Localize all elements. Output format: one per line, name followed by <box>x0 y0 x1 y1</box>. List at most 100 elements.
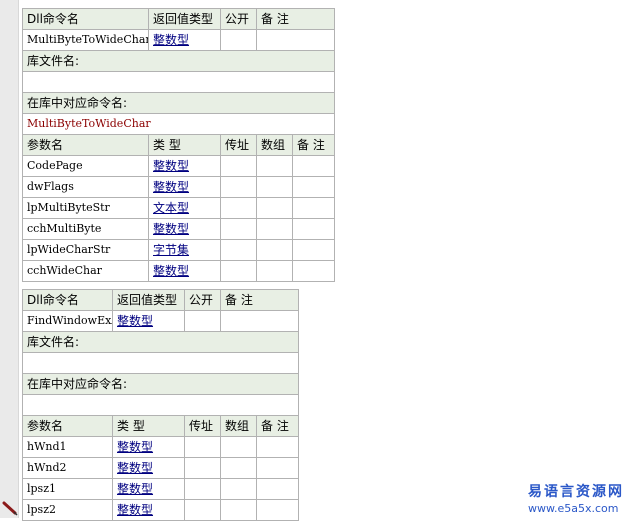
param-name: cchMultiByte <box>22 218 149 240</box>
watermark-url: www.e5a5x.com <box>528 502 619 515</box>
by-ref-cell <box>184 457 221 479</box>
by-ref-cell <box>184 436 221 458</box>
remark-cell <box>255 478 300 500</box>
array-cell <box>256 218 293 240</box>
param-type-link[interactable]: 整数型 <box>112 499 185 521</box>
dll-name: FindWindowExA <box>22 310 113 332</box>
remark-cell <box>291 260 336 282</box>
header-param-remark: 备 注 <box>291 134 336 156</box>
param-type-link[interactable]: 整数型 <box>112 478 185 500</box>
param-type-link[interactable]: 整数型 <box>112 436 185 458</box>
lib-file-value <box>21 352 300 374</box>
array-cell <box>256 197 293 219</box>
by-ref-cell <box>220 239 257 261</box>
remark-cell <box>291 197 336 219</box>
dll-table-2: Dll命令名 返回值类型 公开 备 注 FindWindowExA 整数型 库文… <box>21 289 300 521</box>
header-remark: 备 注 <box>219 289 300 311</box>
table-row: lpMultiByteStr 文本型 <box>22 197 336 219</box>
lib-file-label: 库文件名: <box>21 331 300 353</box>
array-cell <box>256 239 293 261</box>
header-param-remark: 备 注 <box>255 415 300 437</box>
array-cell <box>256 260 293 282</box>
header-array: 数组 <box>256 134 293 156</box>
remark-cell <box>291 176 336 198</box>
param-type-link[interactable]: 字节集 <box>148 239 221 261</box>
param-type-link[interactable]: 整数型 <box>148 260 221 282</box>
header-public: 公开 <box>220 8 257 30</box>
param-name: cchWideChar <box>22 260 149 282</box>
param-name: lpsz2 <box>22 499 113 521</box>
array-cell <box>220 436 257 458</box>
header-by-ref: 传址 <box>184 415 221 437</box>
lib-file-header-row: 库文件名: <box>21 50 336 72</box>
param-type-link[interactable]: 文本型 <box>148 197 221 219</box>
table-row: lpWideCharStr 字节集 <box>22 239 336 261</box>
by-ref-cell <box>220 176 257 198</box>
header-type: 类 型 <box>112 415 185 437</box>
dll-table-1: Dll命令名 返回值类型 公开 备 注 MultiByteToWideChar … <box>21 8 336 282</box>
table-row: hWnd1 整数型 <box>22 436 300 458</box>
table-row: lpsz1 整数型 <box>22 478 300 500</box>
lib-file-header-row: 库文件名: <box>21 331 300 353</box>
public-cell <box>220 29 257 51</box>
left-gutter <box>0 0 19 518</box>
header-param-name: 参数名 <box>22 134 149 156</box>
param-type-link[interactable]: 整数型 <box>148 218 221 240</box>
param-type-link[interactable]: 整数型 <box>112 457 185 479</box>
remark-cell <box>255 29 336 51</box>
header-by-ref: 传址 <box>220 134 257 156</box>
lib-cmd-row <box>21 394 300 416</box>
header-param-name: 参数名 <box>22 415 113 437</box>
remark-cell <box>255 499 300 521</box>
header-remark: 备 注 <box>255 8 336 30</box>
lib-cmd-label: 在库中对应命令名: <box>21 92 336 114</box>
by-ref-cell <box>184 499 221 521</box>
param-name: lpMultiByteStr <box>22 197 149 219</box>
by-ref-cell <box>220 260 257 282</box>
remark-cell <box>291 155 336 177</box>
remark-cell <box>291 218 336 240</box>
param-type-link[interactable]: 整数型 <box>148 155 221 177</box>
lib-cmd-header-row: 在库中对应命令名: <box>21 373 300 395</box>
table-row: cchMultiByte 整数型 <box>22 218 336 240</box>
site-watermark: 易语言资源网 www.e5a5x.com <box>528 481 640 515</box>
header-public: 公开 <box>184 289 221 311</box>
param-header-row: 参数名 类 型 传址 数组 备 注 <box>22 134 336 156</box>
return-type-link[interactable]: 整数型 <box>112 310 185 332</box>
array-cell <box>220 457 257 479</box>
table-row: CodePage 整数型 <box>22 155 336 177</box>
param-name: dwFlags <box>22 176 149 198</box>
param-name: CodePage <box>22 155 149 177</box>
table-row: lpsz2 整数型 <box>22 499 300 521</box>
dll-name: MultiByteToWideChar <box>22 29 149 51</box>
header-dll-name: Dll命令名 <box>22 8 149 30</box>
remark-cell <box>291 239 336 261</box>
param-type-link[interactable]: 整数型 <box>148 176 221 198</box>
param-header-row: 参数名 类 型 传址 数组 备 注 <box>22 415 300 437</box>
header-type: 类 型 <box>148 134 221 156</box>
remark-cell <box>255 457 300 479</box>
by-ref-cell <box>220 155 257 177</box>
param-name: lpsz1 <box>22 478 113 500</box>
lib-cmd-row: MultiByteToWideChar <box>21 113 336 135</box>
by-ref-cell <box>220 218 257 240</box>
dll-header-row: Dll命令名 返回值类型 公开 备 注 <box>22 8 336 30</box>
table-row: hWnd2 整数型 <box>22 457 300 479</box>
pencil-icon <box>2 501 18 516</box>
header-return-type: 返回值类型 <box>148 8 221 30</box>
return-type-link[interactable]: 整数型 <box>148 29 221 51</box>
by-ref-cell <box>184 478 221 500</box>
array-cell <box>256 155 293 177</box>
remark-cell <box>255 436 300 458</box>
lib-cmd-value <box>21 394 300 416</box>
lib-file-row <box>21 352 300 374</box>
param-name: hWnd2 <box>22 457 113 479</box>
header-array: 数组 <box>220 415 257 437</box>
lib-cmd-header-row: 在库中对应命令名: <box>21 92 336 114</box>
dll-info-row: FindWindowExA 整数型 <box>22 310 300 332</box>
param-name: hWnd1 <box>22 436 113 458</box>
table-row: cchWideChar 整数型 <box>22 260 336 282</box>
header-dll-name: Dll命令名 <box>22 289 113 311</box>
dll-header-row: Dll命令名 返回值类型 公开 备 注 <box>22 289 300 311</box>
array-cell <box>220 499 257 521</box>
